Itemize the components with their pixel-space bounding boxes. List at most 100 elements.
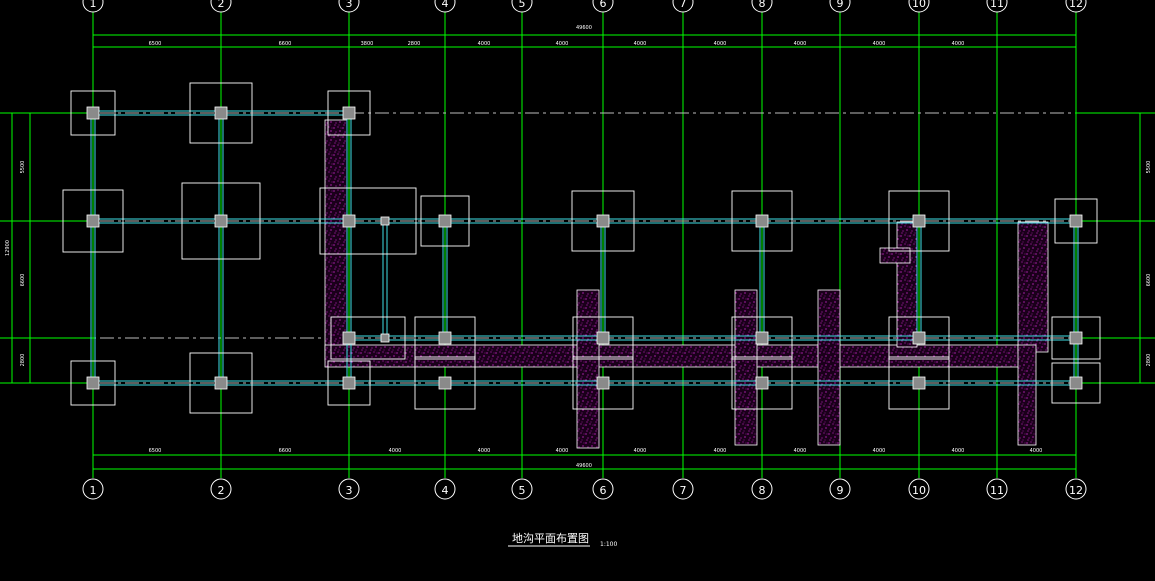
top-span-label: 6500 xyxy=(149,41,162,47)
bottom-span-label: 4000 xyxy=(556,448,569,454)
column-10 xyxy=(912,214,926,228)
axis-label: 1 xyxy=(90,484,97,497)
axis-bubble-top-7: 7 xyxy=(672,0,694,13)
column-3 xyxy=(86,214,100,228)
column-24 xyxy=(755,376,769,390)
axis-bubble-top-1: 1 xyxy=(82,0,104,13)
axis-bubble-top-11: 11 xyxy=(986,0,1008,13)
trench-segment-2 xyxy=(576,289,600,449)
column-15 xyxy=(596,331,610,345)
drawing-title: 地沟平面布置图 xyxy=(512,532,589,545)
axis-bubble-top-10: 10 xyxy=(908,0,930,13)
axis-label: 2 xyxy=(218,484,225,497)
axis-label: 1 xyxy=(90,0,97,10)
axis-bubble-top-9: 9 xyxy=(829,0,851,13)
right-span-label: 2800 xyxy=(1146,354,1152,367)
right-span-label: 6600 xyxy=(1146,274,1152,287)
bottom-span-label: 4000 xyxy=(794,448,807,454)
column-23 xyxy=(596,376,610,390)
column-0 xyxy=(86,106,100,120)
trench-segment-0 xyxy=(324,119,348,361)
bottom-span-label: 4000 xyxy=(478,448,491,454)
axis-label: 7 xyxy=(680,0,687,10)
column-1 xyxy=(214,106,228,120)
left-span-label: 2800 xyxy=(20,354,26,367)
column-20 xyxy=(214,376,228,390)
axis-label: 10 xyxy=(912,0,926,10)
axis-label: 8 xyxy=(759,0,766,10)
column-11 xyxy=(1069,214,1083,228)
axis-bubble-top-8: 8 xyxy=(751,0,773,13)
left-span-label: 5500 xyxy=(20,161,26,174)
axis-bubble-bottom-3: 3 xyxy=(338,478,360,500)
top-span-label: 3800 xyxy=(361,41,374,47)
column-4 xyxy=(214,214,228,228)
column-16 xyxy=(755,331,769,345)
trench-segment-1 xyxy=(324,344,1026,368)
bottom-span-label: 4000 xyxy=(952,448,965,454)
column-26 xyxy=(1069,376,1083,390)
axis-bubble-bottom-9: 9 xyxy=(829,478,851,500)
axis-bubble-bottom-8: 8 xyxy=(751,478,773,500)
bottom-span-label: 4000 xyxy=(873,448,886,454)
axis-label: 6 xyxy=(600,484,607,497)
bottom-span-label: 4000 xyxy=(634,448,647,454)
top-span-label: 4000 xyxy=(714,41,727,47)
axis-bubble-bottom-12: 12 xyxy=(1065,478,1087,500)
axis-bubble-top-4: 4 xyxy=(434,0,456,13)
top-total-dimension: 49600 xyxy=(576,25,592,31)
trench-segment-8 xyxy=(1017,344,1037,446)
top-span-label: 4000 xyxy=(873,41,886,47)
bottom-span-label: 6600 xyxy=(279,448,292,454)
axis-bubble-top-12: 12 xyxy=(1065,0,1087,13)
axis-label: 3 xyxy=(346,484,353,497)
axis-bubble-top-2: 2 xyxy=(210,0,232,13)
axis-bubble-bottom-2: 2 xyxy=(210,478,232,500)
column-8 xyxy=(596,214,610,228)
axis-label: 11 xyxy=(990,484,1004,497)
column-5 xyxy=(342,214,356,228)
axis-label: 12 xyxy=(1069,484,1083,497)
column-18 xyxy=(1069,331,1083,345)
column-12 xyxy=(342,331,356,345)
column-6 xyxy=(380,216,390,226)
axis-bubble-bottom-4: 4 xyxy=(434,478,456,500)
trench-segment-5 xyxy=(896,221,918,348)
axis-label: 11 xyxy=(990,0,1004,10)
column-2 xyxy=(342,106,356,120)
column-25 xyxy=(912,376,926,390)
bottom-span-label: 4000 xyxy=(1030,448,1043,454)
top-span-label: 2800 xyxy=(408,41,421,47)
bottom-span-label: 6500 xyxy=(149,448,162,454)
right-span-label: 5500 xyxy=(1146,161,1152,174)
column-13 xyxy=(380,333,390,343)
top-span-label: 4000 xyxy=(634,41,647,47)
bottom-span-label: 4000 xyxy=(389,448,402,454)
axis-bubble-bottom-10: 10 xyxy=(908,478,930,500)
column-22 xyxy=(438,376,452,390)
axis-bubble-top-5: 5 xyxy=(511,0,533,13)
axis-label: 6 xyxy=(600,0,607,10)
axis-label: 5 xyxy=(519,0,526,10)
axis-label: 12 xyxy=(1069,0,1083,10)
bottom-total-dimension: 49600 xyxy=(576,463,592,469)
trench-segment-7 xyxy=(1017,221,1049,353)
column-21 xyxy=(342,376,356,390)
trench-segment-4 xyxy=(817,289,841,446)
axis-bubble-bottom-1: 1 xyxy=(82,478,104,500)
top-span-label: 4000 xyxy=(794,41,807,47)
axis-label: 4 xyxy=(442,0,449,10)
axis-label: 3 xyxy=(346,0,353,10)
top-span-label: 4000 xyxy=(478,41,491,47)
left-span-label: 6600 xyxy=(20,274,26,287)
axis-bubble-bottom-11: 11 xyxy=(986,478,1008,500)
axis-label: 7 xyxy=(680,484,687,497)
axis-label: 9 xyxy=(837,484,844,497)
bottom-span-label: 4000 xyxy=(714,448,727,454)
trench-segment-3 xyxy=(734,289,758,446)
axis-bubble-bottom-5: 5 xyxy=(511,478,533,500)
top-span-label: 4000 xyxy=(556,41,569,47)
axis-label: 10 xyxy=(912,484,926,497)
trenches xyxy=(324,119,1049,449)
column-7 xyxy=(438,214,452,228)
